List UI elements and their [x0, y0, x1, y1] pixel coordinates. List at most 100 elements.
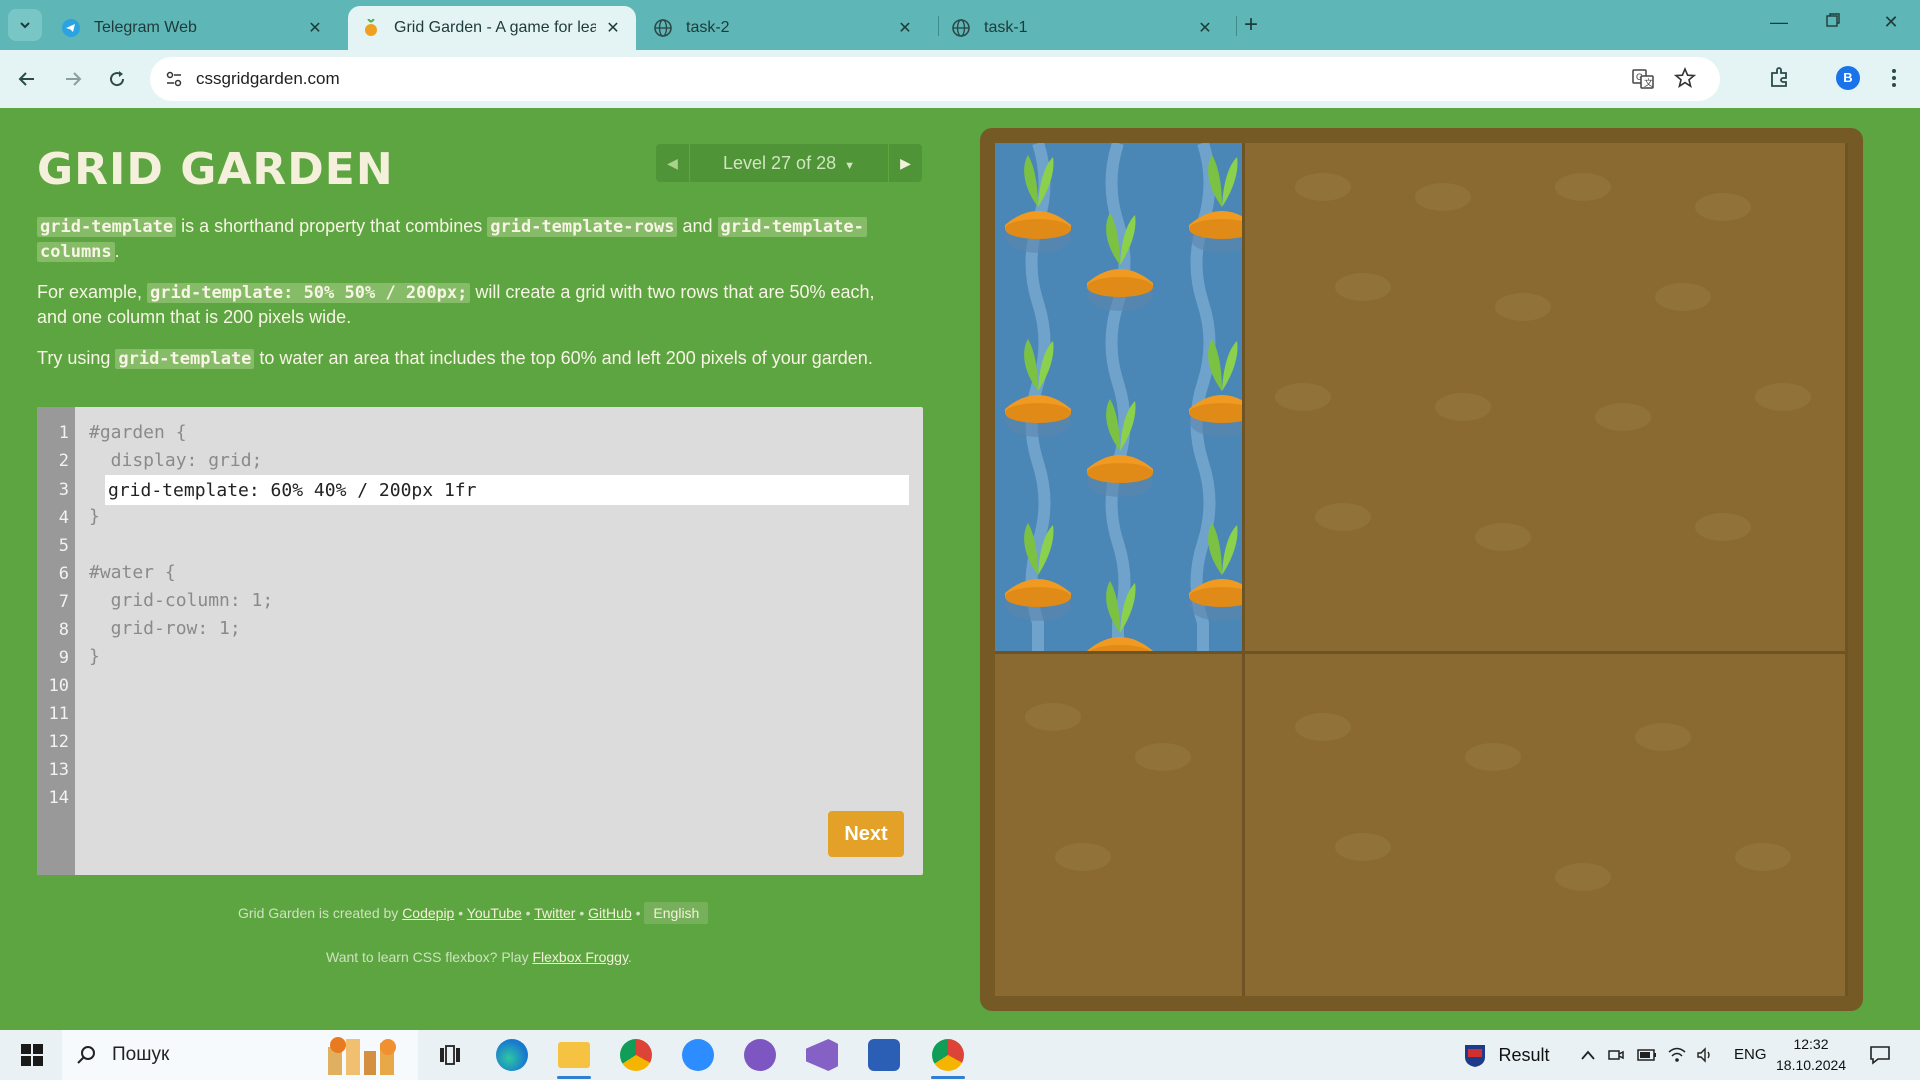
- soil-spot: [1315, 503, 1371, 531]
- translate-icon[interactable]: G文: [1632, 68, 1654, 90]
- bookmark-star-icon[interactable]: [1674, 67, 1696, 89]
- menu-button[interactable]: [1888, 66, 1900, 90]
- visual-studio-taskbar-icon[interactable]: [806, 1039, 838, 1071]
- soil-spot: [1595, 403, 1651, 431]
- camera-icon: [1608, 1050, 1624, 1060]
- code-keyword: grid-template-rows: [487, 217, 678, 237]
- file-explorer-taskbar-icon[interactable]: [558, 1042, 590, 1068]
- level-indicator[interactable]: Level 27 of 28 ▼: [690, 144, 888, 182]
- taskbar-search[interactable]: Пошук: [62, 1030, 418, 1080]
- notifications-button[interactable]: [1862, 1030, 1898, 1080]
- soil-spot: [1135, 743, 1191, 771]
- language-selector[interactable]: English: [644, 902, 709, 924]
- line-number: 11: [48, 704, 69, 724]
- tab-label: Grid Garden - A game for learni: [394, 19, 596, 36]
- level-navigator: ◀ Level 27 of 28 ▼ ▶: [656, 144, 922, 182]
- line-number: 13: [48, 760, 69, 780]
- flexbox-froggy-link[interactable]: Flexbox Froggy: [532, 949, 627, 965]
- search-placeholder: Пошук: [112, 1044, 170, 1065]
- soil-spot: [1635, 723, 1691, 751]
- youtube-link[interactable]: YouTube: [467, 905, 522, 921]
- next-level-button[interactable]: ▶: [888, 144, 922, 182]
- code-line: #water {: [89, 562, 176, 583]
- tray-overflow-button[interactable]: [1578, 1030, 1598, 1080]
- close-icon[interactable]: ✕: [604, 18, 622, 38]
- system-clock[interactable]: 12:32 18.10.2024: [1776, 1034, 1846, 1076]
- soil-spot: [1475, 523, 1531, 551]
- chrome-profile-taskbar-icon[interactable]: [932, 1039, 964, 1071]
- line-number: 1: [58, 423, 69, 443]
- soil-spot: [1295, 173, 1351, 201]
- site-info-icon[interactable]: [164, 69, 184, 89]
- task-view-button[interactable]: [432, 1030, 468, 1080]
- restore-icon: [1826, 13, 1840, 27]
- active-indicator: [557, 1076, 591, 1079]
- viber-taskbar-icon[interactable]: [744, 1039, 776, 1071]
- clock-date: 18.10.2024: [1776, 1057, 1847, 1073]
- meet-now-icon[interactable]: [1606, 1030, 1626, 1080]
- flexbox-promo: Want to learn CSS flexbox? Play Flexbox …: [326, 949, 632, 965]
- zoom-taskbar-icon[interactable]: [682, 1039, 714, 1071]
- close-icon[interactable]: ✕: [306, 18, 324, 38]
- restore-button[interactable]: [1818, 12, 1848, 33]
- instruction-text: is a shorthand property that combines: [176, 216, 488, 236]
- tab-search-button[interactable]: [8, 9, 42, 41]
- carrot-icon: [1005, 339, 1071, 437]
- tab-task-1[interactable]: task-1 ✕: [938, 6, 1228, 50]
- tab-label: task-1: [984, 19, 1028, 36]
- start-button[interactable]: [12, 1030, 52, 1080]
- extensions-icon[interactable]: [1768, 65, 1792, 89]
- footer-text: Want to learn CSS flexbox? Play: [326, 949, 533, 965]
- battery-icon[interactable]: [1636, 1030, 1658, 1080]
- volume-icon[interactable]: [1694, 1030, 1716, 1080]
- github-link[interactable]: GitHub: [588, 905, 632, 921]
- task-view-icon: [440, 1045, 460, 1065]
- close-window-button[interactable]: ✕: [1876, 12, 1906, 33]
- new-tab-button[interactable]: +: [1244, 12, 1258, 38]
- credits-footer: Grid Garden is created by Codepip • YouT…: [238, 902, 709, 924]
- next-button[interactable]: Next: [828, 811, 904, 857]
- soil-spot: [1755, 383, 1811, 411]
- close-icon[interactable]: ✕: [1196, 18, 1214, 38]
- code-keyword: columns: [37, 242, 115, 262]
- prev-level-button[interactable]: ◀: [656, 144, 690, 182]
- line-number: 3: [58, 480, 69, 500]
- tab-strip: Telegram Web ✕ Grid Garden - A game for …: [0, 0, 1920, 50]
- speaker-glyph: [1697, 1047, 1710, 1063]
- windows-icon: [21, 1044, 43, 1066]
- carrot-icon: [365, 19, 377, 36]
- wifi-glyph: [1668, 1047, 1686, 1062]
- tab-separator: [1236, 16, 1237, 36]
- carrot-icon: [1005, 523, 1071, 621]
- back-button[interactable]: [14, 66, 40, 92]
- weather-widget[interactable]: Result: [1462, 1030, 1552, 1080]
- reload-button[interactable]: [104, 66, 130, 92]
- garden: [995, 143, 1848, 996]
- css-answer-input[interactable]: [105, 475, 909, 505]
- word-taskbar-icon[interactable]: [868, 1039, 900, 1071]
- twitter-link[interactable]: Twitter: [534, 905, 575, 921]
- separator: •: [521, 905, 535, 921]
- tab-grid-garden[interactable]: Grid Garden - A game for learni ✕: [348, 6, 636, 50]
- grid-garden-page: GRID GARDEN ◀ Level 27 of 28 ▼ ▶ grid-tem…: [0, 108, 1920, 1030]
- forward-button[interactable]: [60, 66, 86, 92]
- code-keyword: grid-template-: [717, 217, 867, 237]
- soil-spot: [1055, 843, 1111, 871]
- instruction-text: .: [114, 241, 120, 261]
- edge-taskbar-icon[interactable]: [496, 1039, 528, 1071]
- profile-avatar[interactable]: B: [1836, 66, 1860, 90]
- tab-telegram[interactable]: Telegram Web ✕: [48, 6, 338, 50]
- input-language[interactable]: ENG: [1734, 1046, 1767, 1063]
- grid-line-vertical: [1242, 143, 1245, 996]
- close-icon[interactable]: ✕: [896, 18, 914, 38]
- chrome-taskbar-icon[interactable]: [620, 1039, 652, 1071]
- wifi-icon[interactable]: [1666, 1030, 1688, 1080]
- active-indicator: [931, 1076, 965, 1079]
- url-text[interactable]: cssgridgarden.com: [196, 69, 340, 89]
- grid-line-horizontal: [995, 651, 1848, 654]
- address-bar[interactable]: cssgridgarden.com G文: [150, 57, 1720, 101]
- minimize-button[interactable]: —: [1764, 12, 1794, 33]
- codepip-link[interactable]: Codepip: [402, 905, 454, 921]
- tab-task-2[interactable]: task-2 ✕: [640, 6, 928, 50]
- footer-text: .: [627, 949, 632, 965]
